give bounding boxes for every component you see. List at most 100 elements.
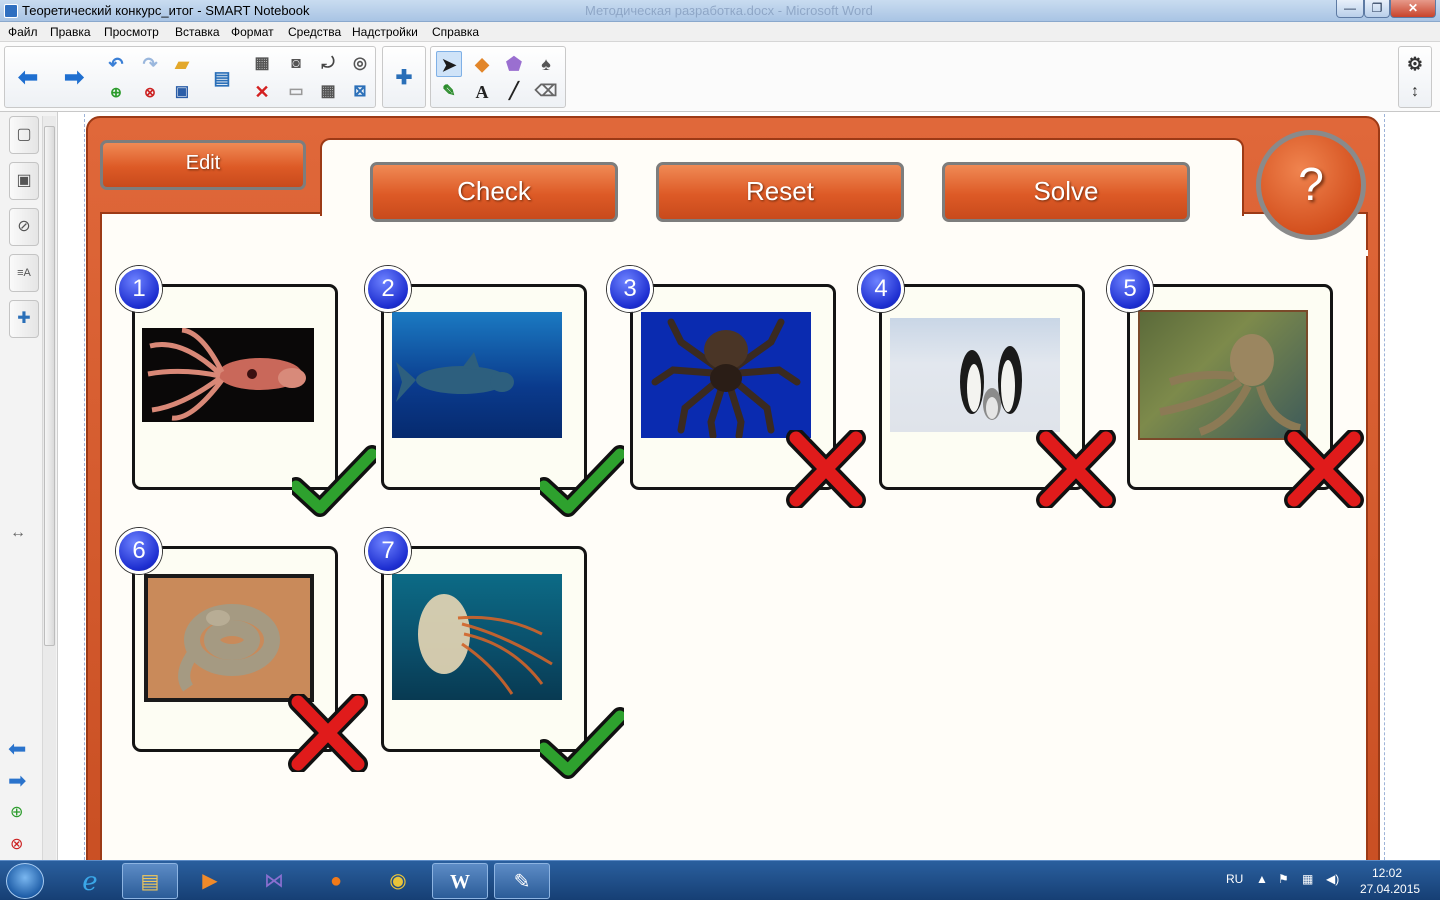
solve-button[interactable]: Solve: [942, 162, 1190, 222]
eraser-icon[interactable]: ⌫: [533, 79, 559, 105]
action-center-icon[interactable]: ⚑: [1278, 872, 1289, 886]
toolbar-group-main: ⬅ ➡ ↶ ↷ ▰ ⊕ ⊗ ▣ ▤ ▦ ✕ ◙ ▭ ⤾ ▦ ◎ ⊠: [4, 46, 376, 108]
screen-shade-icon[interactable]: ▭: [283, 79, 309, 105]
scrollbar-thumb[interactable]: [44, 126, 55, 646]
window-title: Теоретический конкурс_итог - SMART Noteb…: [22, 3, 310, 18]
add-page-icon[interactable]: ⊕: [103, 79, 129, 105]
page-border-left: [84, 114, 85, 860]
menu-edit[interactable]: Правка: [50, 25, 91, 39]
screen-capture-icon[interactable]: ◎: [347, 51, 373, 77]
save-icon[interactable]: ▣: [169, 79, 195, 105]
edit-button[interactable]: Edit: [100, 140, 306, 190]
paste-icon[interactable]: ▦: [249, 51, 275, 77]
resize-panel-icon[interactable]: ↔: [10, 524, 26, 542]
delete-icon[interactable]: ✕: [249, 79, 275, 105]
settings-icon[interactable]: ⚙: [1402, 51, 1428, 77]
visual-studio-icon[interactable]: ⋈: [246, 863, 302, 899]
arrow-back-icon[interactable]: ⬅: [15, 65, 41, 91]
activity-header-fill: [1242, 250, 1368, 256]
attachments-icon[interactable]: ⊘: [9, 208, 39, 246]
clear-icon[interactable]: ⊠: [347, 79, 373, 105]
help-button[interactable]: ?: [1256, 130, 1366, 240]
smart-notebook-icon[interactable]: ✎: [494, 863, 550, 899]
minimize-button[interactable]: —: [1336, 0, 1364, 18]
word-icon[interactable]: W: [432, 863, 488, 899]
correct-check-icon: [540, 445, 624, 517]
title-bar: Теоретический конкурс_итог - SMART Noteb…: [0, 0, 1440, 22]
menu-addons[interactable]: Надстройки: [352, 25, 418, 39]
menu-insert[interactable]: Вставка: [175, 25, 220, 39]
menu-bar: Файл Правка Просмотр Вставка Формат Сред…: [0, 22, 1440, 42]
undo-icon[interactable]: ↶: [103, 51, 129, 77]
clock-time[interactable]: 12:02: [1372, 866, 1402, 880]
card-number-3: 3: [607, 266, 653, 312]
toolbar-group-settings: ⚙ ↕: [1398, 46, 1432, 108]
check-button[interactable]: Check: [370, 162, 618, 222]
capture-icon[interactable]: ◙: [283, 51, 309, 77]
addon-icon[interactable]: ✚: [391, 65, 417, 91]
tarantula-image: [641, 312, 811, 438]
internet-explorer-icon[interactable]: ℯ: [62, 863, 118, 899]
menu-file[interactable]: Файл: [8, 25, 38, 39]
menu-format[interactable]: Формат: [231, 25, 274, 39]
close-button[interactable]: ✕: [1390, 0, 1436, 18]
next-page-icon[interactable]: ➡: [8, 768, 26, 794]
network-icon[interactable]: ▦: [1302, 872, 1313, 886]
maximize-button[interactable]: ❐: [1364, 0, 1390, 18]
incorrect-cross-icon: [786, 430, 866, 508]
card-number-1: 1: [116, 266, 162, 312]
shapes-icon[interactable]: ◆: [469, 51, 495, 77]
incorrect-cross-icon: [288, 694, 368, 772]
background-window-title: Методическая разработка.docx - Microsoft…: [585, 3, 873, 18]
incorrect-cross-icon: [1284, 430, 1364, 508]
language-indicator[interactable]: RU: [1226, 872, 1243, 886]
card-number-7: 7: [365, 528, 411, 574]
delete-page-icon[interactable]: ⊗: [10, 834, 23, 854]
gallery-icon[interactable]: ▣: [9, 162, 39, 200]
reset-button[interactable]: Reset: [656, 162, 904, 222]
table-icon[interactable]: ▦: [315, 79, 341, 105]
magic-pen-icon[interactable]: ⬟: [501, 51, 527, 77]
incorrect-cross-icon: [1036, 430, 1116, 508]
open-icon[interactable]: ▰: [169, 51, 195, 77]
add-page-icon[interactable]: ⊕: [10, 802, 23, 822]
octopus-image: [1138, 310, 1308, 440]
penguins-image: [890, 318, 1060, 432]
select-icon[interactable]: ➤: [436, 51, 462, 77]
menu-help[interactable]: Справка: [432, 25, 479, 39]
display-icon[interactable]: ▤: [209, 65, 235, 91]
delete-page-icon[interactable]: ⊗: [137, 79, 163, 105]
menu-tools[interactable]: Средства: [288, 25, 341, 39]
move-toolbar-icon[interactable]: ↕: [1402, 79, 1428, 105]
card-number-5: 5: [1107, 266, 1153, 312]
text-icon[interactable]: A: [469, 79, 495, 105]
windows-start-icon[interactable]: [6, 863, 44, 899]
prev-page-icon[interactable]: ⬅: [8, 736, 26, 762]
whale-shark-image: [392, 312, 562, 438]
properties-icon[interactable]: ≡A: [9, 254, 39, 292]
menu-view[interactable]: Просмотр: [104, 25, 159, 39]
taskbar: ℯ ▤ ▶ ⋈ ● ◉ W ✎ RU ▲ ⚑ ▦ ◀) 12:02 27.04.…: [0, 860, 1440, 900]
correct-check-icon: [292, 445, 376, 517]
chrome-icon[interactable]: ◉: [370, 863, 426, 899]
smart-notebook-app-icon: [4, 4, 18, 18]
redo-icon[interactable]: ↷: [137, 51, 163, 77]
clock-date[interactable]: 27.04.2015: [1360, 882, 1420, 896]
viper-image: [144, 574, 314, 702]
show-hidden-icons-icon[interactable]: ▲: [1256, 872, 1268, 886]
arrow-forward-icon[interactable]: ➡: [61, 65, 87, 91]
volume-icon[interactable]: ◀): [1326, 872, 1339, 886]
toolbar: ⬅ ➡ ↶ ↷ ▰ ⊕ ⊗ ▣ ▤ ▦ ✕ ◙ ▭ ⤾ ▦ ◎ ⊠ ✚ ➤ ◆ …: [0, 42, 1440, 112]
page-sorter-icon[interactable]: ▢: [9, 116, 39, 154]
file-explorer-icon[interactable]: ▤: [122, 863, 178, 899]
squid-image: [142, 328, 314, 422]
addons-icon[interactable]: ✚: [9, 300, 39, 338]
pens-icon[interactable]: ✎: [436, 79, 462, 105]
firefox-icon[interactable]: ●: [308, 863, 364, 899]
vertical-scrollbar[interactable]: [42, 116, 56, 860]
line-icon[interactable]: ╱: [501, 79, 527, 105]
jellyfish-image: [392, 574, 562, 700]
tool-crop-icon[interactable]: ⤾: [315, 51, 341, 77]
fill-icon[interactable]: ♠: [533, 51, 559, 77]
media-player-icon[interactable]: ▶: [182, 863, 238, 899]
